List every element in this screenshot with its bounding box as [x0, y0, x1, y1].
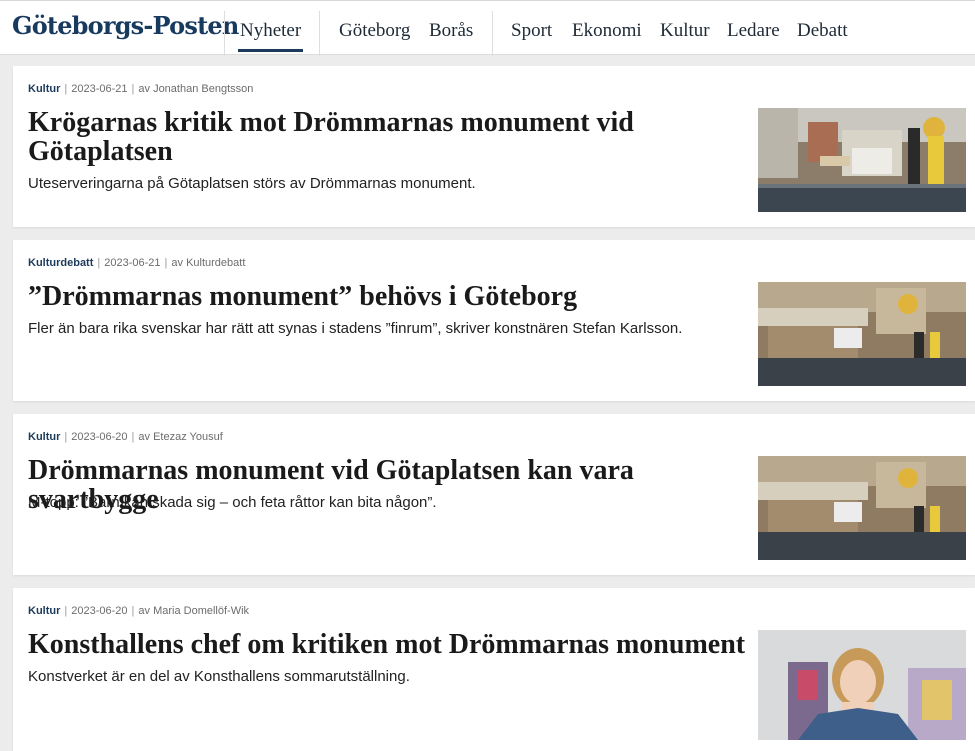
nav-divider — [224, 11, 225, 56]
article-card[interactable]: Kultur | 2023-06-20 | av Maria Domellöf-Wik … — [13, 588, 975, 751]
article-image[interactable] — [758, 630, 966, 740]
nav-item-sport[interactable]: Sport — [511, 20, 552, 42]
article-lead: M-topp: ”Barn kan skada sig – och feta r… — [28, 494, 437, 511]
article-category[interactable]: Kultur — [28, 431, 60, 443]
article-lead: Uteserveringarna på Götaplatsen störs av… — [28, 175, 476, 192]
article-meta: Kultur | 2023-06-20 | av Maria Domellöf-Wik — [28, 605, 250, 617]
article-author: av Maria Domellöf-Wik — [138, 605, 250, 617]
article-lead: Fler än bara rika svenskar har rätt att … — [28, 320, 683, 337]
article-image[interactable] — [758, 108, 966, 212]
article-title[interactable]: Konsthallens chef om kritiken mot Drömma… — [28, 630, 753, 659]
site-header: Göteborgs-Posten Nyheter Göteborg Borås … — [0, 0, 975, 56]
site-logo[interactable]: Göteborgs-Posten — [12, 11, 239, 40]
article-card[interactable]: Kultur | 2023-06-20 | av Etezaz Yousuf Drömm… — [13, 414, 975, 575]
article-title[interactable]: Krögarnas kritik mot Drömmarnas monument… — [28, 108, 668, 166]
article-category[interactable]: Kultur — [28, 605, 60, 617]
article-meta: Kultur | 2023-06-20 | av Etezaz Yousuf — [28, 431, 223, 443]
article-category[interactable]: Kultur — [28, 83, 60, 95]
article-author: av Etezaz Yousuf — [138, 431, 223, 443]
nav-item-ledare[interactable]: Ledare — [727, 20, 780, 42]
article-date: 2023-06-20 — [71, 605, 128, 617]
nav-item-goteborg[interactable]: Göteborg — [339, 20, 410, 42]
article-card[interactable]: Kulturdebatt | 2023-06-21 | av Kulturdebatt … — [13, 240, 975, 401]
article-meta: Kulturdebatt | 2023-06-21 | av Kulturdebatt — [28, 257, 246, 269]
article-author: av Kulturdebatt — [171, 257, 246, 269]
nav-divider — [319, 11, 320, 56]
article-meta: Kultur | 2023-06-21 | av Jonathan Bengtsson — [28, 83, 254, 95]
article-date: 2023-06-20 — [71, 431, 128, 443]
article-title[interactable]: ”Drömmarnas monument” behövs i Göteborg — [28, 282, 728, 311]
article-image[interactable] — [758, 282, 966, 386]
article-category[interactable]: Kulturdebatt — [28, 257, 93, 269]
nav-divider — [492, 11, 493, 56]
nav-item-boras[interactable]: Borås — [429, 20, 473, 42]
nav-item-kultur[interactable]: Kultur — [660, 20, 710, 42]
nav-item-debatt[interactable]: Debatt — [797, 20, 848, 42]
article-date: 2023-06-21 — [104, 257, 161, 269]
article-lead: Konstverket är en del av Konsthallens so… — [28, 668, 410, 685]
article-card[interactable]: Kultur | 2023-06-21 | av Jonathan Bengtsson … — [13, 66, 975, 227]
article-image[interactable] — [758, 456, 966, 560]
article-date: 2023-06-21 — [71, 83, 128, 95]
nav-item-nyheter[interactable]: Nyheter — [237, 20, 304, 52]
nav-item-ekonomi[interactable]: Ekonomi — [572, 20, 642, 42]
article-author: av Jonathan Bengtsson — [138, 83, 254, 95]
